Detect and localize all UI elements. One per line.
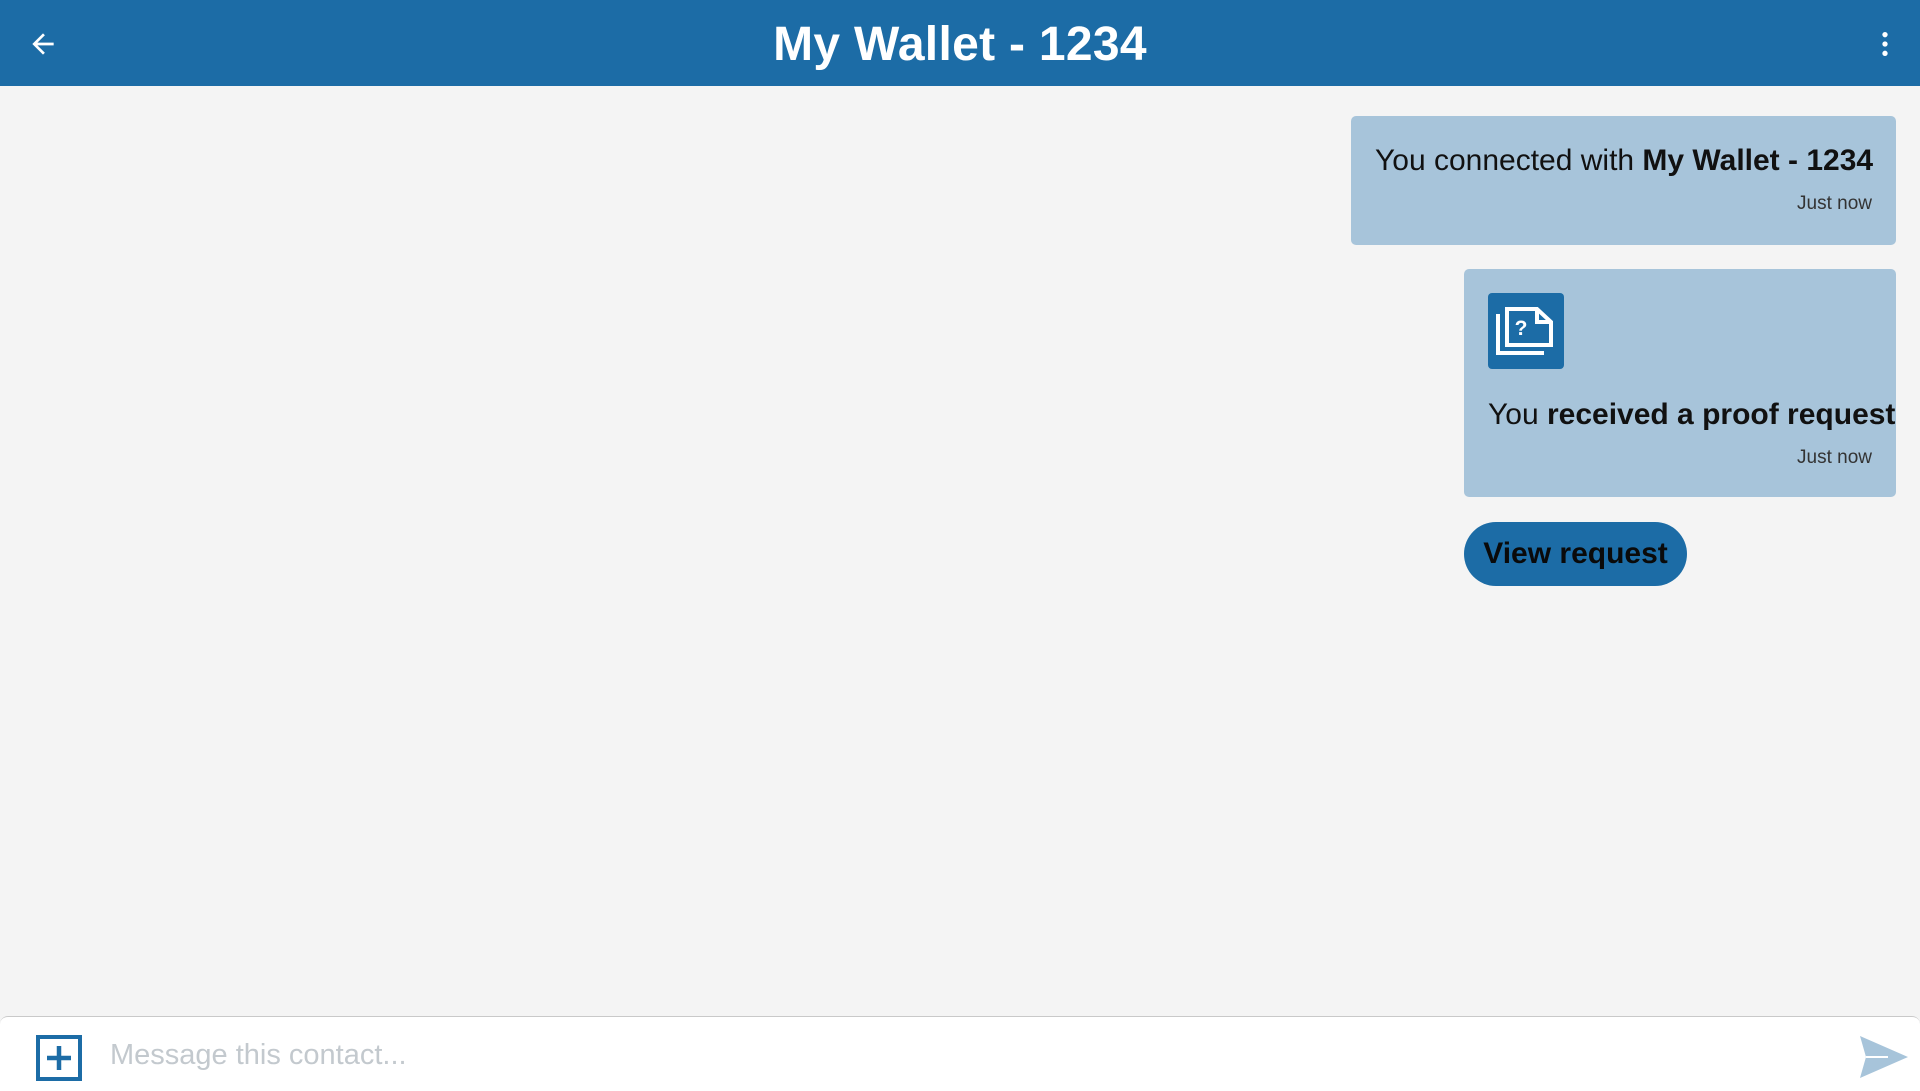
send-button[interactable] [1856, 1031, 1912, 1083]
more-options-button[interactable] [1864, 23, 1906, 65]
app-header: My Wallet - 1234 [0, 0, 1920, 86]
message-emphasis: My Wallet - 1234 [1642, 144, 1874, 177]
svg-text:?: ? [1515, 317, 1528, 340]
message-composer [0, 1016, 1920, 1091]
view-request-button[interactable]: View request [1464, 522, 1687, 586]
page-title: My Wallet - 1234 [773, 18, 1147, 71]
message-text: You received a proof request [1488, 398, 1895, 432]
add-attachment-button[interactable] [34, 1033, 84, 1083]
send-icon [1860, 1036, 1908, 1078]
add-box-icon [36, 1035, 82, 1081]
connection-message-bubble: You connected with My Wallet - 1234 Just… [1351, 116, 1896, 245]
message-prefix: You [1488, 398, 1547, 431]
message-timestamp: Just now [1797, 193, 1872, 214]
message-text: You connected with My Wallet - 1234 [1375, 144, 1874, 178]
more-vertical-icon [1882, 32, 1888, 56]
proof-request-message-bubble: ? You received a proof request Just now [1464, 269, 1896, 497]
message-input[interactable] [108, 1027, 1828, 1083]
proof-request-icon: ? [1488, 293, 1564, 369]
message-prefix: You connected with [1375, 144, 1643, 177]
message-timestamp: Just now [1797, 447, 1872, 468]
chat-thread: You connected with My Wallet - 1234 Just… [0, 86, 1920, 1016]
message-emphasis: received a proof request [1546, 398, 1896, 431]
